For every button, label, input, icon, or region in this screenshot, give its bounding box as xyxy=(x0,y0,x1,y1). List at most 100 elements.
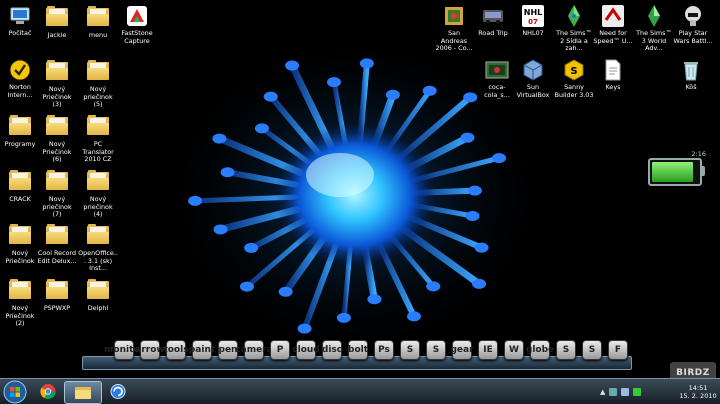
desktop-icon-right-2[interactable]: NHL 07 NHL07 xyxy=(513,4,553,38)
folder-icon xyxy=(8,279,32,303)
desktop[interactable]: Počítač Jackie menu FastStone Capture Norton… xyxy=(0,0,720,404)
chrome-taskbar-button[interactable] xyxy=(30,381,66,402)
desktop-icon-label: PSPWXP xyxy=(43,304,71,312)
desktop-icon-left-16[interactable]: Nový Priečinok (2) xyxy=(0,277,40,328)
virus-spike-tip xyxy=(336,312,351,323)
dock-item-18[interactable]: S xyxy=(582,340,602,360)
faststone-capture-icon xyxy=(125,4,149,28)
app-taskbar-button[interactable] xyxy=(100,381,136,402)
desktop-icon-right-6[interactable]: Play Star Wars Battl... xyxy=(673,4,713,45)
desktop-icon-label: menu xyxy=(88,31,108,39)
desktop-icon-label: Norton Intern... xyxy=(7,83,33,99)
desktop-icon-label: Delphi xyxy=(87,304,109,312)
virus-spike-tip xyxy=(188,195,203,206)
volume-icon[interactable] xyxy=(621,388,630,396)
desktop-icon-label: Nový Priečinok (6) xyxy=(42,140,72,163)
virtualbox-icon xyxy=(521,58,545,82)
desktop-icon-right-9[interactable]: S Sanny Builder 3.03 xyxy=(554,58,594,99)
folder-icon xyxy=(86,6,110,30)
desktop-icon-right-5[interactable]: The Sims™ 3 World Adv... xyxy=(634,4,674,53)
desktop-icon-label: Road Trip xyxy=(478,29,508,37)
desktop-icon-label: Cool Record Edit Delux... xyxy=(37,249,77,265)
desktop-icon-left-15[interactable]: OpenOffice... 3.1 (sk) Inst... xyxy=(78,222,118,273)
virus-spike-tip xyxy=(213,224,228,235)
desktop-icon-right-0[interactable]: San Andreas 2006 - Co... xyxy=(434,4,474,53)
desktop-icon-left-18[interactable]: Delphi xyxy=(78,277,118,313)
desktop-icon-right-7[interactable]: coca-cola_s... xyxy=(477,58,517,99)
desktop-icon-left-7[interactable]: Programy xyxy=(0,113,40,149)
folder-icon xyxy=(45,224,69,248)
desktop-icon-left-6[interactable]: Nový priečinok (5) xyxy=(78,58,118,109)
svg-text:NHL: NHL xyxy=(524,8,543,17)
virus-spike-tip xyxy=(212,133,227,144)
desktop-icon-left-11[interactable]: Nový priečinok (7) xyxy=(37,168,77,219)
dock-item-8[interactable]: disc xyxy=(322,340,342,360)
battery-gadget[interactable]: 2:16 xyxy=(648,150,708,186)
desktop-icon-left-1[interactable]: Jackie xyxy=(37,4,77,40)
desktop-icon-right-11[interactable]: Kôš xyxy=(671,58,711,92)
dock-item-17[interactable]: S xyxy=(556,340,576,360)
dock-item-7[interactable]: cloud xyxy=(292,340,320,360)
desktop-icon-left-2[interactable]: menu xyxy=(78,4,118,40)
dock-item-11[interactable]: S xyxy=(400,340,420,360)
desktop-icon-left-12[interactable]: Nový priečinok (4) xyxy=(78,168,118,219)
dock-item-9[interactable]: bolt xyxy=(348,340,368,360)
folder-icon xyxy=(86,224,110,248)
sanny-builder-icon: S xyxy=(562,58,586,82)
dock-item-5[interactable]: camera xyxy=(235,340,273,360)
dock-item-13[interactable]: gear xyxy=(450,340,474,360)
start-orb-button[interactable] xyxy=(2,380,28,404)
taskbar: ▲ 14:51 15. 2. 2010 xyxy=(0,378,720,404)
virus-spike-tip xyxy=(239,281,254,292)
desktop-icon-left-17[interactable]: PSPWXP xyxy=(37,277,77,313)
tray-expand-icon[interactable]: ▲ xyxy=(600,388,605,396)
road-trip-icon xyxy=(481,4,505,28)
dock-item-14[interactable]: IE xyxy=(478,340,498,360)
folder-icon xyxy=(86,60,110,84)
desktop-icon-left-4[interactable]: Norton Intern... xyxy=(0,58,40,99)
folder-icon xyxy=(45,115,69,139)
dock-item-12[interactable]: S xyxy=(426,340,446,360)
clock[interactable]: 14:51 15. 2. 2010 xyxy=(676,384,720,400)
battery-time: 2:16 xyxy=(691,150,706,158)
desktop-icon-right-1[interactable]: Road Trip xyxy=(473,4,513,38)
desktop-icon-right-10[interactable]: Keys xyxy=(593,58,633,92)
desktop-icon-left-10[interactable]: CRACK xyxy=(0,168,40,204)
desktop-icon-left-3[interactable]: FastStone Capture xyxy=(117,4,157,45)
virus-spike-tip xyxy=(263,91,278,102)
battery-terminal xyxy=(700,166,705,176)
network-icon[interactable] xyxy=(609,388,618,396)
desktop-icon-right-3[interactable]: The Sims™ 2 Sídla a zah... xyxy=(554,4,594,53)
explorer-taskbar-button[interactable] xyxy=(64,381,102,404)
text-file-icon xyxy=(601,58,625,82)
dock-item-0[interactable]: monitor xyxy=(104,340,144,360)
desktop-icon-left-8[interactable]: Nový Priečinok (6) xyxy=(37,113,77,164)
desktop-icon-label: CRACK xyxy=(9,195,31,203)
dock-item-15[interactable]: W xyxy=(504,340,524,360)
battery-level-fill xyxy=(652,162,694,182)
dock-item-16[interactable]: globe xyxy=(526,340,554,360)
desktop-icon-right-8[interactable]: Sun VirtualBox xyxy=(513,58,553,99)
desktop-icon-label: Nový priečinok (5) xyxy=(83,85,113,108)
dock-item-3[interactable]: paint xyxy=(189,340,215,360)
desktop-icon-left-13[interactable]: Nový Priečinok xyxy=(0,222,40,265)
dock-item-19[interactable]: F xyxy=(608,340,628,360)
folder-icon xyxy=(86,170,110,194)
virus-spike-tip xyxy=(220,167,235,178)
dock-item-6[interactable]: P xyxy=(270,340,290,360)
desktop-icon-left-0[interactable]: Počítač xyxy=(0,4,40,38)
desktop-icon-left-14[interactable]: Cool Record Edit Delux... xyxy=(37,222,77,265)
dock-item-10[interactable]: Ps xyxy=(374,340,394,360)
dock-item-2[interactable]: tools xyxy=(163,340,189,360)
desktop-icon-label: OpenOffice... 3.1 (sk) Inst... xyxy=(78,249,118,272)
desktop-icon-left-5[interactable]: Nový Priečinok (3) xyxy=(37,58,77,109)
desktop-icon-left-9[interactable]: PC Translator 2010 CZ xyxy=(78,113,118,164)
battery-icon xyxy=(648,158,702,186)
virus-spike-tip xyxy=(472,278,487,289)
desktop-icon-right-4[interactable]: Need for Speed™ U... xyxy=(593,4,633,45)
virus-spike-tip xyxy=(426,281,441,292)
desktop-icon-label: The Sims™ 3 World Adv... xyxy=(636,29,672,52)
tray-battery-icon[interactable] xyxy=(633,388,642,396)
dock-item-1[interactable]: arrow xyxy=(135,340,165,360)
svg-text:07: 07 xyxy=(528,18,538,26)
